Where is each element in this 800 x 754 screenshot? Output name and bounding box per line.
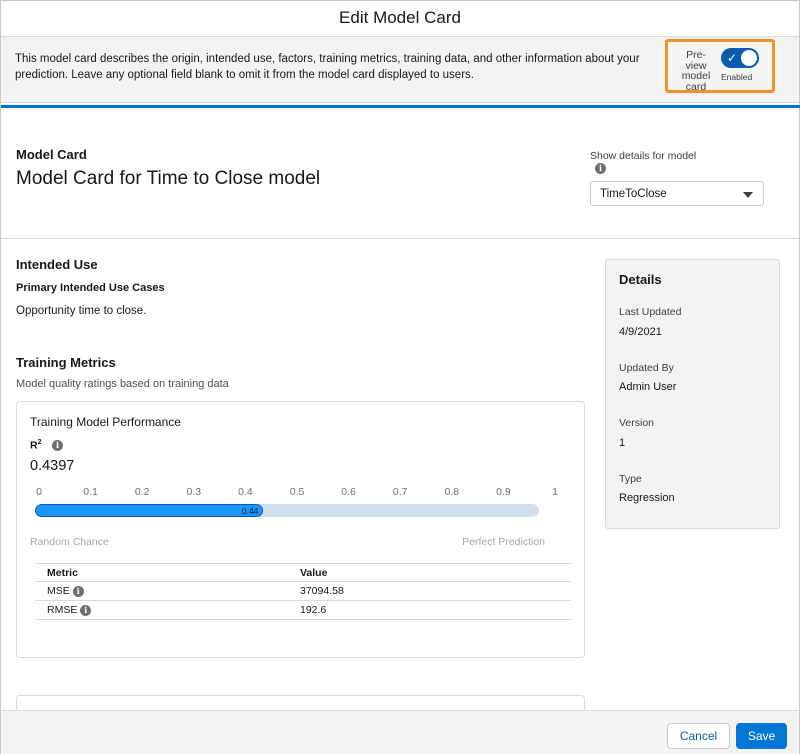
intro-text: This model card describes the origin, in… <box>15 53 640 81</box>
scale-tick: 0.3 <box>186 486 202 498</box>
detail-label-last-updated: Last Updated <box>619 306 682 318</box>
scale-tick: 0.1 <box>83 486 98 498</box>
scale-tick: 0.6 <box>341 486 356 498</box>
details-panel: Details Last Updated 4/9/2021 Updated By… <box>605 259 780 529</box>
modal-body[interactable]: Model Card Model Card for Time to Close … <box>1 108 799 710</box>
column-header-value: Value <box>288 563 571 582</box>
scale-tick: 0.5 <box>289 486 305 498</box>
check-icon: ✓ <box>727 51 738 65</box>
scale-tick: 0 <box>36 486 42 498</box>
model-card-section: Model Card Model Card for Time to Close … <box>1 108 799 239</box>
performance-card-title: Training Model Performance <box>30 415 181 429</box>
detail-label-version: Version <box>619 417 655 429</box>
scale-tick: 0.7 <box>392 486 408 498</box>
edit-model-card-modal: Edit Model Card This model card describe… <box>0 0 800 754</box>
detail-label-type: Type <box>619 473 642 485</box>
info-icon[interactable]: i <box>72 586 84 597</box>
scale-tick: 0.4 <box>238 486 253 498</box>
metric-cell: RMSE i <box>35 600 288 620</box>
detail-label-updated-by: Updated By <box>619 362 674 374</box>
value-cell: 37094.58 <box>288 581 571 601</box>
model-card-title: Model Card for Time to Close model <box>16 168 321 189</box>
value-cell: 192.6 <box>288 600 571 620</box>
cancel-button[interactable]: Cancel <box>667 723 730 749</box>
model-card-heading: Model Card <box>16 147 87 162</box>
toggle-state-label: Enabled <box>721 72 753 82</box>
training-performance-card: Training Model Performance R2 i 0.4397 0… <box>16 401 585 658</box>
show-details-label: Show details for model <box>590 150 697 162</box>
model-select-value: TimeToClose <box>600 188 667 200</box>
chevron-down-icon <box>743 192 753 198</box>
preview-label: Pre-view model card <box>681 49 711 93</box>
training-metrics-heading: Training Metrics <box>16 355 116 370</box>
intro-banner: This model card describes the origin, in… <box>1 37 799 103</box>
intended-use-text: Opportunity time to close. <box>16 305 147 317</box>
detail-value-last-updated: 4/9/2021 <box>619 326 662 338</box>
model-select[interactable]: TimeToClose <box>590 181 764 206</box>
r2-value: 0.4397 <box>30 458 75 474</box>
detail-value-type: Regression <box>619 492 675 504</box>
scale-tick: 0.8 <box>444 486 460 498</box>
column-header-metric: Metric <box>35 563 288 582</box>
intended-use-heading: Intended Use <box>16 257 98 272</box>
training-metrics-subheading: Model quality ratings based on training … <box>16 378 229 390</box>
table-row: MSE i 37094.58 <box>35 581 571 601</box>
scale-tick: 0.9 <box>496 486 511 498</box>
r2-progress-label: 0.44 <box>241 506 259 516</box>
table-header-row: Metric Value <box>35 563 571 582</box>
next-section-card <box>16 695 585 710</box>
preview-toggle[interactable]: ✓ <box>721 48 759 68</box>
info-icon[interactable]: i <box>52 440 63 451</box>
r2-progress-track: 0.44 <box>35 504 539 517</box>
random-chance-label: Random Chance <box>30 536 109 548</box>
details-title: Details <box>619 272 662 287</box>
metrics-table: Metric Value MSE i 37094.58 RMSE i 192.6 <box>35 563 571 620</box>
save-button[interactable]: Save <box>736 723 787 749</box>
r2-progress-fill: 0.44 <box>35 504 264 517</box>
info-icon[interactable]: i <box>80 605 92 616</box>
metric-cell: MSE i <box>35 581 288 601</box>
toggle-knob <box>741 50 757 66</box>
intended-use-subheading: Primary Intended Use Cases <box>16 282 165 294</box>
detail-value-version: 1 <box>619 437 626 449</box>
scale-tick: 1 <box>552 486 558 498</box>
info-icon[interactable]: i <box>595 163 606 174</box>
table-row: RMSE i 192.6 <box>35 600 571 620</box>
detail-value-updated-by: Admin User <box>619 381 677 393</box>
preview-toggle-highlight: Pre-view model card ✓ Enabled <box>665 39 775 93</box>
scale-tick: 0.2 <box>134 486 150 498</box>
r2-label: R2 <box>30 439 42 452</box>
modal-title: Edit Model Card <box>339 8 461 27</box>
modal-header: Edit Model Card <box>1 1 799 37</box>
perfect-prediction-label: Perfect Prediction <box>462 536 545 548</box>
modal-footer: Cancel Save <box>1 710 799 754</box>
scale-ticks: 0 0.1 0.2 0.3 0.4 0.5 0.6 0.7 0.8 0.9 1 <box>27 486 558 500</box>
